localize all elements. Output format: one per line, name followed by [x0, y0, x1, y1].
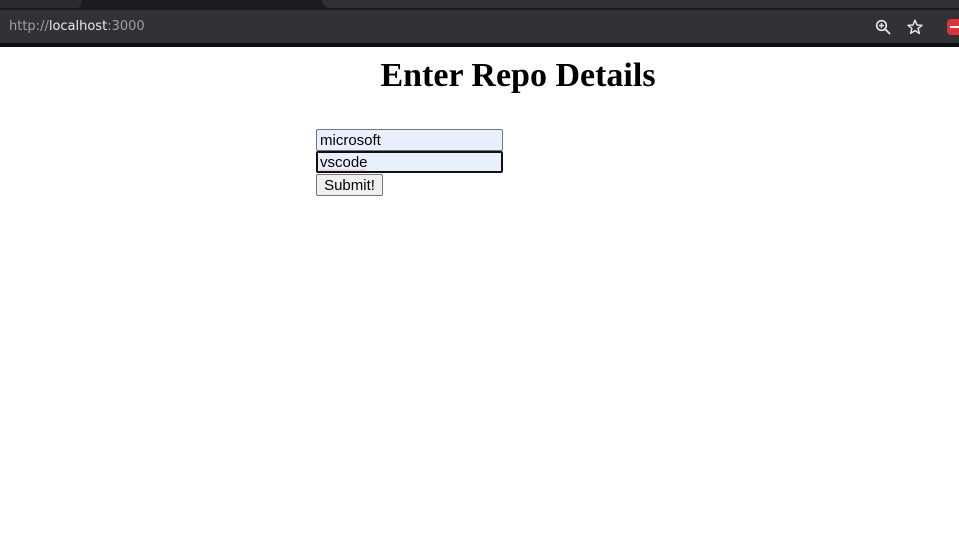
toolbar-divider: [0, 43, 959, 47]
tab-inactive[interactable]: [0, 0, 82, 8]
url-scheme: http://: [9, 19, 49, 34]
spellcheck-underline: [320, 169, 366, 172]
zoom-in-icon[interactable]: [873, 17, 893, 37]
submit-button[interactable]: Submit!: [316, 174, 383, 196]
tab-active[interactable]: [322, 0, 959, 8]
address-bar[interactable]: http://localhost:3000: [9, 17, 145, 37]
star-icon[interactable]: [905, 17, 925, 37]
page-title: Enter Repo Details: [380, 57, 656, 94]
url-port: :3000: [107, 19, 145, 34]
owner-input[interactable]: [316, 129, 503, 151]
tab-strip: [0, 0, 959, 10]
extension-icon[interactable]: [947, 19, 959, 35]
url-host: localhost: [48, 19, 108, 34]
